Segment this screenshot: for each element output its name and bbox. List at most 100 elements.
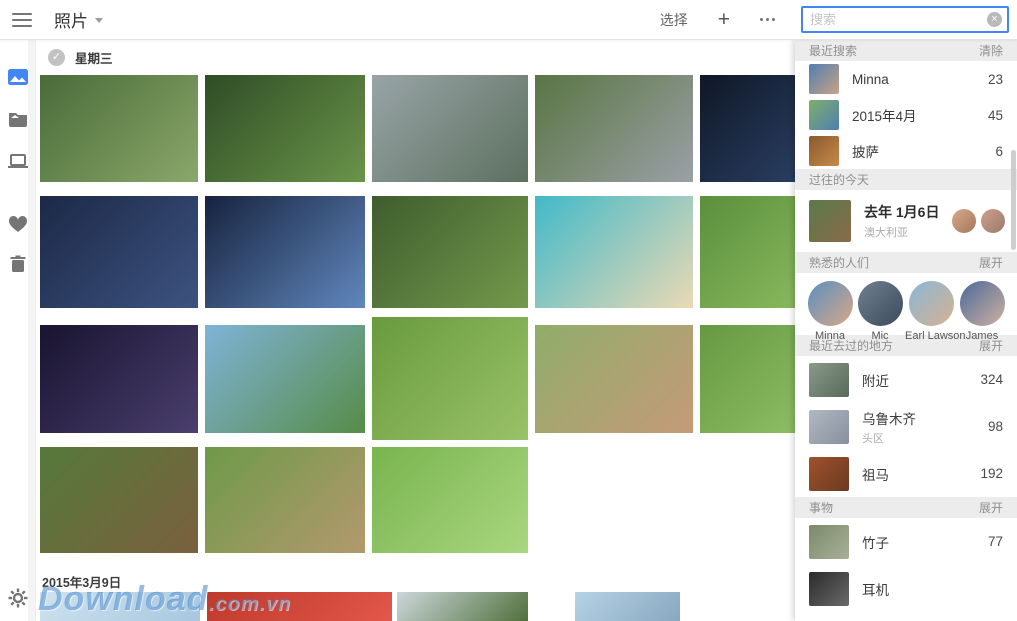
photo-thumbnail-night-statue-procession[interactable] bbox=[40, 325, 198, 433]
person-james[interactable]: James bbox=[957, 281, 1007, 335]
section-header-familiar-people: 熟悉的人们 展开 bbox=[795, 252, 1017, 273]
place-row[interactable]: 附近324 bbox=[795, 356, 1017, 403]
recent-search-row[interactable]: 披萨6 bbox=[795, 133, 1017, 169]
search-label: 披萨 bbox=[852, 141, 995, 161]
section-action-button[interactable]: 清除 bbox=[979, 42, 1003, 59]
select-group-check-icon[interactable]: ✓ bbox=[48, 49, 65, 66]
photo-thumbnail-man-checking-phone[interactable] bbox=[535, 75, 693, 182]
search-thumbnail bbox=[809, 100, 839, 130]
memory-thumbnail bbox=[809, 200, 851, 242]
photo-thumbnail-blue-hooded-procession[interactable] bbox=[205, 196, 365, 308]
section-title: 过往的今天 bbox=[809, 171, 869, 188]
row-title: 祖马 bbox=[862, 464, 980, 484]
result-count: 23 bbox=[988, 72, 1003, 87]
trash-icon[interactable] bbox=[7, 253, 29, 275]
place-row[interactable]: 祖马192 bbox=[795, 450, 1017, 497]
settings-gear-icon[interactable] bbox=[7, 587, 29, 609]
person-name: Earl Lawson bbox=[905, 330, 957, 342]
row-subtitle: 头区 bbox=[862, 430, 988, 446]
photo-thumbnail-tug-of-war-kids[interactable] bbox=[372, 447, 528, 553]
person-earl-lawson[interactable]: Earl Lawson bbox=[905, 281, 957, 335]
avatar bbox=[858, 281, 903, 326]
section-header-things: 事物展开 bbox=[795, 497, 1017, 518]
place-thumbnail bbox=[809, 525, 849, 559]
row-title: 附近 bbox=[862, 370, 980, 390]
photo-thumbnail-beach-family-walk[interactable] bbox=[535, 196, 693, 308]
result-count: 45 bbox=[988, 108, 1003, 123]
result-count: 324 bbox=[980, 372, 1003, 387]
photo-thumbnail-trail-hiker-climbing[interactable] bbox=[372, 196, 528, 308]
on-this-day-row[interactable]: 去年 1月6日澳大利亚 bbox=[795, 190, 1017, 252]
chevron-down-icon bbox=[95, 18, 103, 23]
avatar bbox=[909, 281, 954, 326]
panel-scrollbar-thumb[interactable] bbox=[1011, 150, 1016, 250]
photo-thumbnail-mountain-hiker-red-jacket[interactable] bbox=[372, 75, 528, 182]
place-thumbnail bbox=[809, 363, 849, 397]
add-button[interactable]: + bbox=[718, 10, 730, 30]
photo-thumbnail-tree-and-sky-partial[interactable] bbox=[397, 592, 528, 621]
photo-thumbnail-family-picnic-drinking[interactable] bbox=[205, 325, 365, 433]
clear-search-icon[interactable]: × bbox=[987, 12, 1002, 27]
more-options-icon[interactable] bbox=[760, 10, 775, 30]
row-title: 耳机 bbox=[862, 579, 1003, 599]
photo-thumbnail-man-in-forest[interactable] bbox=[205, 75, 365, 182]
albums-icon[interactable] bbox=[7, 108, 29, 130]
search-label: 2015年4月 bbox=[852, 105, 988, 125]
page-title: 照片 bbox=[54, 7, 88, 32]
place-thumbnail bbox=[809, 410, 849, 444]
date-group-header: 2015年3月9日 bbox=[42, 572, 121, 591]
menu-hamburger-icon[interactable] bbox=[12, 13, 32, 27]
section-action-button[interactable]: 展开 bbox=[979, 499, 1003, 516]
search-thumbnail bbox=[809, 136, 839, 166]
section-action-button[interactable]: 展开 bbox=[979, 254, 1003, 271]
photo-thumbnail-sack-race-kids[interactable] bbox=[205, 447, 365, 553]
people-row: MinnaMicEarl LawsonJames bbox=[795, 273, 1017, 335]
photo-thumbnail-family-hikers-portrait[interactable] bbox=[40, 75, 198, 182]
thing-row[interactable]: 竹子77 bbox=[795, 518, 1017, 565]
result-count: 98 bbox=[988, 419, 1003, 434]
result-count: 6 bbox=[995, 144, 1003, 159]
thing-row[interactable]: 耳机 bbox=[795, 565, 1017, 612]
recent-search-row[interactable]: Minna23 bbox=[795, 61, 1017, 97]
memory-title: 去年 1月6日 bbox=[864, 202, 952, 222]
face-avatar[interactable] bbox=[981, 209, 1005, 233]
result-count: 77 bbox=[988, 534, 1003, 549]
favorites-heart-icon[interactable] bbox=[7, 213, 29, 235]
section-header-on-this-day: 过往的今天 bbox=[795, 169, 1017, 190]
person-mic[interactable]: Mic bbox=[855, 281, 905, 335]
section-header-recent-searches: 最近搜索 清除 bbox=[795, 40, 1017, 61]
search-box[interactable]: × bbox=[801, 6, 1009, 33]
section-title: 最近搜索 bbox=[809, 42, 857, 59]
search-label: Minna bbox=[852, 72, 988, 87]
avatar bbox=[808, 281, 853, 326]
row-title: 乌鲁木齐 bbox=[862, 408, 988, 428]
search-input[interactable] bbox=[810, 12, 987, 27]
photo-thumbnail-blue-band-parade[interactable] bbox=[40, 196, 198, 308]
date-group-label: 2015年3月9日 bbox=[42, 572, 121, 591]
photo-thumbnail-group-selfie-from-below[interactable] bbox=[535, 325, 693, 433]
place-thumbnail bbox=[809, 572, 849, 606]
photo-thumbnail-kids-on-log-bridge[interactable] bbox=[40, 447, 198, 553]
content-scrollbar-track[interactable] bbox=[28, 40, 35, 621]
left-nav-rail bbox=[0, 40, 36, 621]
section-title: 熟悉的人们 bbox=[809, 254, 869, 271]
place-row[interactable]: 乌鲁木齐头区98 bbox=[795, 403, 1017, 450]
select-button[interactable]: 选择 bbox=[660, 10, 688, 30]
photo-thumbnail-festival-sky-partial[interactable] bbox=[40, 592, 200, 621]
recent-search-row[interactable]: 2015年4月45 bbox=[795, 97, 1017, 133]
search-suggestions-panel: 最近搜索清除Minna232015年4月45披萨6过往的今天去年 1月6日澳大利… bbox=[795, 40, 1017, 621]
date-group-header: ✓ 星期三 bbox=[48, 48, 113, 67]
device-icon[interactable] bbox=[7, 150, 29, 172]
row-title: 竹子 bbox=[862, 532, 988, 552]
app-title-dropdown[interactable]: 照片 bbox=[54, 7, 103, 32]
section-title: 最近去过的地方 bbox=[809, 337, 893, 354]
place-thumbnail bbox=[809, 457, 849, 491]
photo-thumbnail-road-runners[interactable] bbox=[372, 317, 528, 440]
photo-thumbnail-castle-parade-partial[interactable] bbox=[575, 592, 680, 621]
photos-icon[interactable] bbox=[7, 66, 29, 88]
face-avatar[interactable] bbox=[952, 209, 976, 233]
photo-thumbnail-red-lantern-street-partial[interactable] bbox=[207, 592, 392, 621]
section-action-button[interactable]: 展开 bbox=[979, 337, 1003, 354]
top-app-bar: 照片 选择 + × bbox=[0, 0, 1017, 40]
person-minna[interactable]: Minna bbox=[805, 281, 855, 335]
